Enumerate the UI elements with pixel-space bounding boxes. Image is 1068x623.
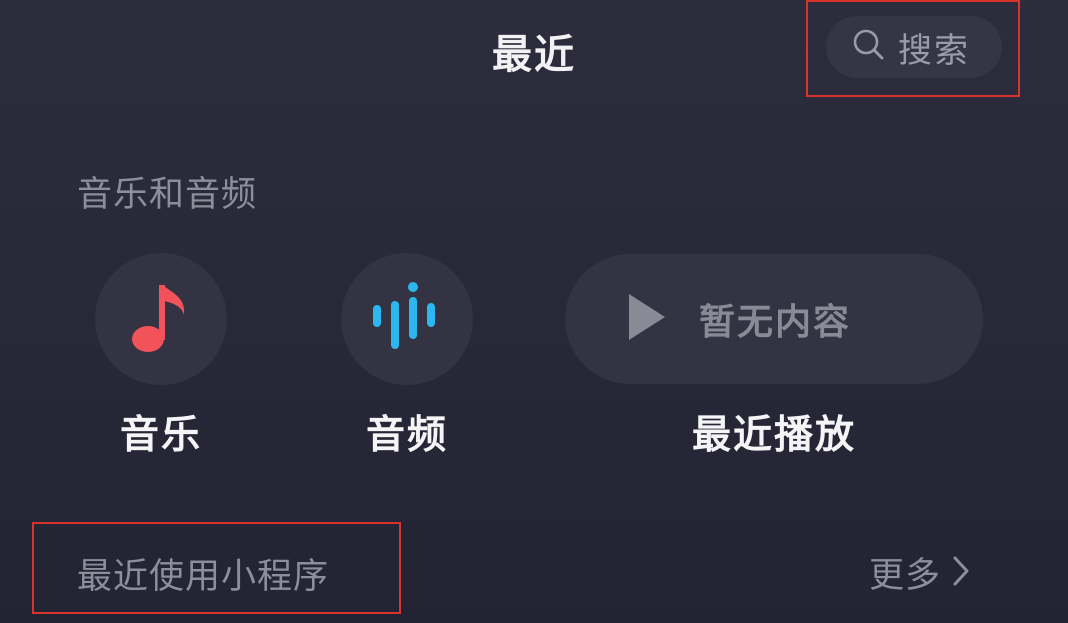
audio-button[interactable] [341,253,473,385]
section-title-music-audio: 音乐和音频 [77,175,258,215]
section-title-mini-programs: 最近使用小程序 [77,557,330,597]
chevron-right-icon [951,554,971,592]
recent-play-empty-text: 暂无内容 [699,302,852,343]
play-icon [625,292,669,346]
music-button[interactable] [95,253,227,385]
more-link[interactable]: 更多 [869,547,971,598]
music-label: 音乐 [119,413,202,458]
search-button[interactable]: 搜索 [826,16,1002,78]
more-label: 更多 [869,556,942,596]
recent-play-label: 最近播放 [691,413,856,458]
audio-label: 音频 [365,413,448,458]
search-label: 搜索 [898,30,970,71]
audio-wave-icon [367,277,447,361]
music-note-icon [126,277,196,361]
recent-play-button[interactable]: 暂无内容 [565,254,983,384]
search-icon [852,28,886,66]
